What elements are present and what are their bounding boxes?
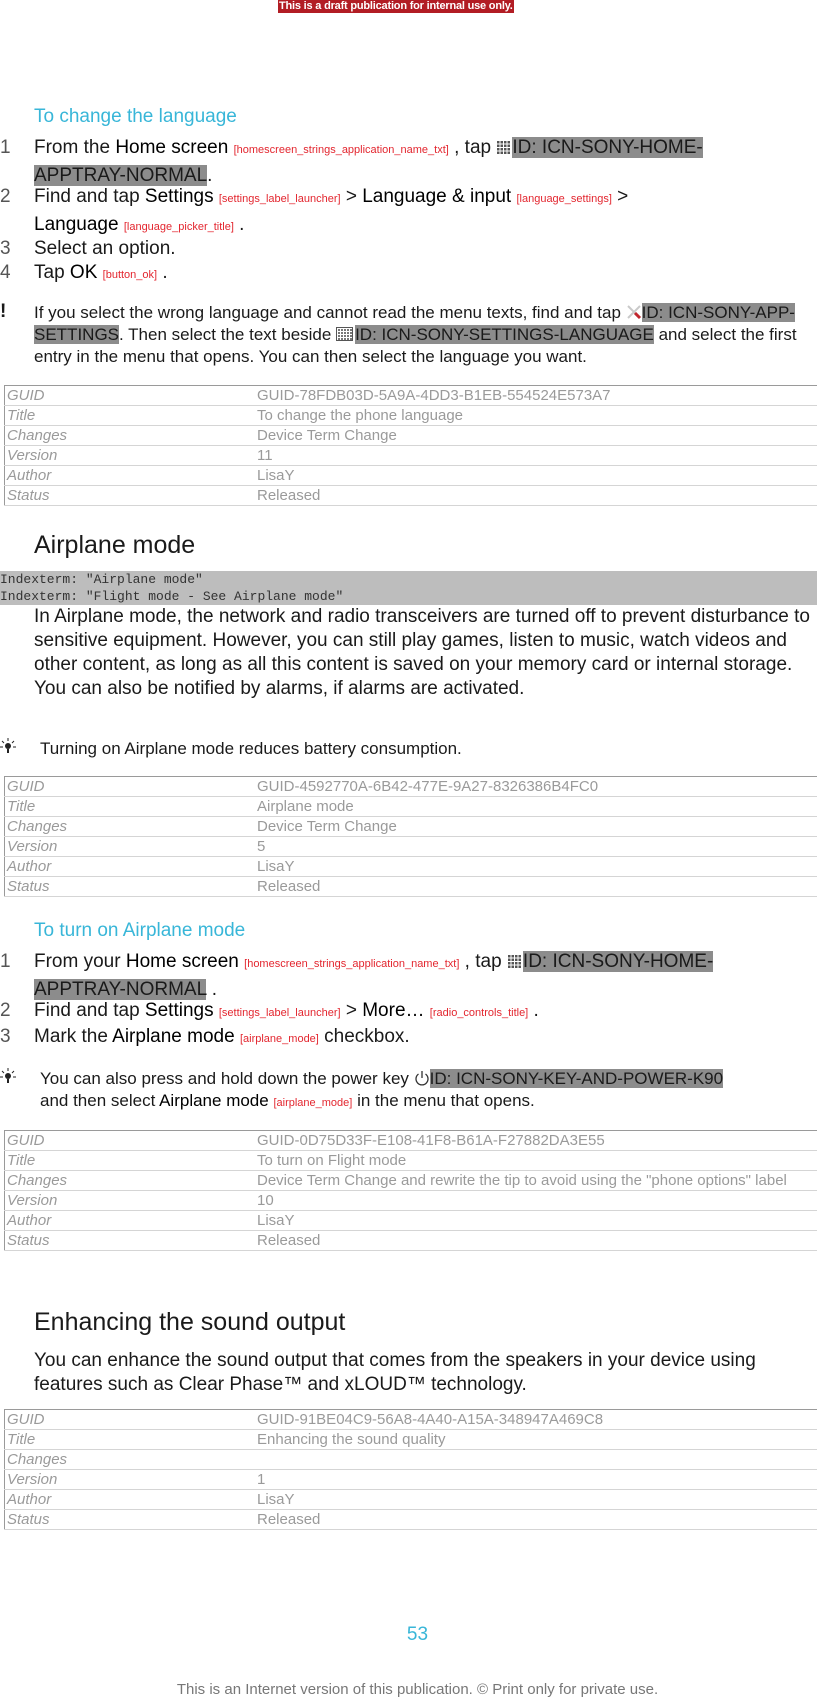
- string-id-tag: [button_ok]: [102, 269, 158, 281]
- table-row: Title To change the phone language: [4, 405, 817, 426]
- ui-term: Home screen: [125, 951, 239, 972]
- step-item: 3 Select an option.: [0, 236, 800, 261]
- string-id-tag: [homescreen_strings_application_name_txt…: [233, 144, 449, 156]
- procedure-title: To change the language: [34, 106, 237, 127]
- lightbulb-tip-icon: [0, 738, 16, 762]
- string-id-tag: [airplane_mode]: [273, 1097, 353, 1109]
- indexterm-block: Indexterm: "Airplane mode" Indexterm: "F…: [0, 571, 817, 605]
- table-row: Changes Device Term Change: [4, 425, 817, 446]
- table-row: Version 5: [4, 836, 817, 857]
- table-row: Title Enhancing the sound quality: [4, 1429, 817, 1450]
- procedure-title: To turn on Airplane mode: [34, 920, 246, 941]
- string-id-tag: [settings_label_launcher]: [218, 193, 341, 205]
- step-text: Select an option.: [34, 238, 176, 259]
- metadata-table: GUID GUID-91BE04C9-56A8-4A40-A15A-348947A…: [4, 1409, 817, 1530]
- indexterm: Indexterm: "Airplane mode": [0, 572, 203, 587]
- body-paragraph: In Airplane mode, the network and radio …: [34, 606, 810, 699]
- ui-term: Language & input: [362, 186, 512, 207]
- table-row: Author LisaY: [4, 856, 817, 877]
- table-row: Author LisaY: [4, 465, 817, 486]
- step-item: 1 From your Home screen [homescreen_stri…: [0, 951, 714, 1000]
- power-icon: [414, 1070, 430, 1086]
- table-row: Version 10: [4, 1190, 817, 1211]
- ui-term: OK: [69, 262, 98, 283]
- table-row: Status Released: [4, 1509, 817, 1530]
- ui-term: Airplane mode: [159, 1091, 269, 1110]
- step-number: 2: [0, 1000, 11, 1021]
- table-row: Author LisaY: [4, 1489, 817, 1510]
- step-number: 3: [0, 1026, 11, 1047]
- table-row: Changes: [4, 1449, 817, 1470]
- table-row: Status Released: [4, 1230, 817, 1251]
- ui-term: Home screen: [115, 137, 229, 158]
- string-id-tag: [language_settings]: [516, 193, 612, 205]
- section-heading: Airplane mode: [34, 531, 196, 559]
- table-row: Version 1: [4, 1469, 817, 1490]
- ui-term: Settings: [144, 186, 214, 207]
- step-number: 3: [0, 238, 11, 259]
- table-row: GUID GUID-0D75D33F-E108-41F8-B61A-F27882D…: [4, 1130, 817, 1151]
- step-item: 1 From the Home screen [homescreen_strin…: [0, 137, 703, 186]
- ui-term: Settings: [144, 1000, 214, 1021]
- tip-note: Turning on Airplane mode reduces battery…: [0, 738, 817, 760]
- ui-term: Airplane mode: [112, 1026, 235, 1047]
- step-item: 2 Find and tap Settings [settings_label_…: [0, 1000, 539, 1021]
- step-number: 2: [0, 186, 11, 207]
- string-id-tag: [radio_controls_title]: [429, 1007, 529, 1019]
- step-text: From the: [34, 137, 116, 158]
- footer-notice: This is an Internet version of this publ…: [176, 1681, 659, 1698]
- string-id-tag: [settings_label_launcher]: [218, 1007, 341, 1019]
- tip-note: You can also press and hold down the pow…: [0, 1068, 817, 1114]
- lightbulb-tip-icon: [0, 1068, 16, 1092]
- step-item: 4 Tap OK [button_ok] .: [0, 262, 168, 283]
- metadata-table: GUID GUID-78FDB03D-5A9A-4DD3-B1EB-554524E…: [4, 385, 817, 506]
- table-row: Title To turn on Flight mode: [4, 1150, 817, 1171]
- ui-term: Language: [34, 214, 119, 235]
- apptray-icon: [496, 140, 511, 154]
- table-row: Version 11: [4, 445, 817, 466]
- step-item: 2 Find and tap Settings [settings_label_…: [0, 186, 629, 235]
- step-number: 4: [0, 262, 11, 283]
- step-number: 1: [0, 137, 11, 158]
- table-row: GUID GUID-91BE04C9-56A8-4A40-A15A-348947A…: [4, 1409, 817, 1430]
- string-id-tag: [homescreen_strings_application_name_txt…: [244, 958, 460, 970]
- apptray-icon: [506, 954, 521, 968]
- section-heading: Enhancing the sound output: [34, 1308, 346, 1336]
- warning-note: ! If you select the wrong language and c…: [0, 301, 797, 367]
- table-row: GUID GUID-4592770A-6B42-477E-9A27-8326386…: [4, 776, 817, 797]
- settings-tools-icon: [626, 304, 642, 320]
- icon-id-placeholder: ID: ICN-SONY-SETTINGS-LANGUAGE: [355, 325, 654, 344]
- exclamation-icon: !: [0, 301, 7, 322]
- step-number: 1: [0, 951, 11, 972]
- string-id-tag: [airplane_mode]: [239, 1033, 319, 1045]
- table-row: Changes Device Term Change: [4, 816, 817, 837]
- table-row: Author LisaY: [4, 1210, 817, 1231]
- page-number: 53: [406, 1624, 429, 1645]
- string-id-tag: [language_picker_title]: [123, 221, 234, 233]
- body-paragraph: You can enhance the sound output that co…: [34, 1350, 756, 1395]
- ui-term: More…: [362, 1000, 425, 1021]
- table-row: Title Airplane mode: [4, 796, 817, 817]
- step-item: 3 Mark the Airplane mode [airplane_mode]…: [0, 1026, 410, 1047]
- metadata-table: GUID GUID-0D75D33F-E108-41F8-B61A-F27882D…: [4, 1130, 817, 1251]
- table-row: Status Released: [4, 876, 817, 897]
- table-row: GUID GUID-78FDB03D-5A9A-4DD3-B1EB-554524E…: [4, 385, 817, 406]
- metadata-table: GUID GUID-4592770A-6B42-477E-9A27-8326386…: [4, 776, 817, 897]
- draft-banner: This is a draft publication for internal…: [278, 0, 514, 13]
- table-row: Status Released: [4, 485, 817, 506]
- icon-id-placeholder: ID: ICN-SONY-KEY-AND-POWER-K90: [429, 1069, 724, 1088]
- indexterm: Indexterm: "Flight mode - See Airplane m…: [0, 589, 344, 604]
- language-settings-icon: [336, 327, 354, 341]
- table-row: Changes Device Term Change and rewrite th…: [4, 1170, 817, 1191]
